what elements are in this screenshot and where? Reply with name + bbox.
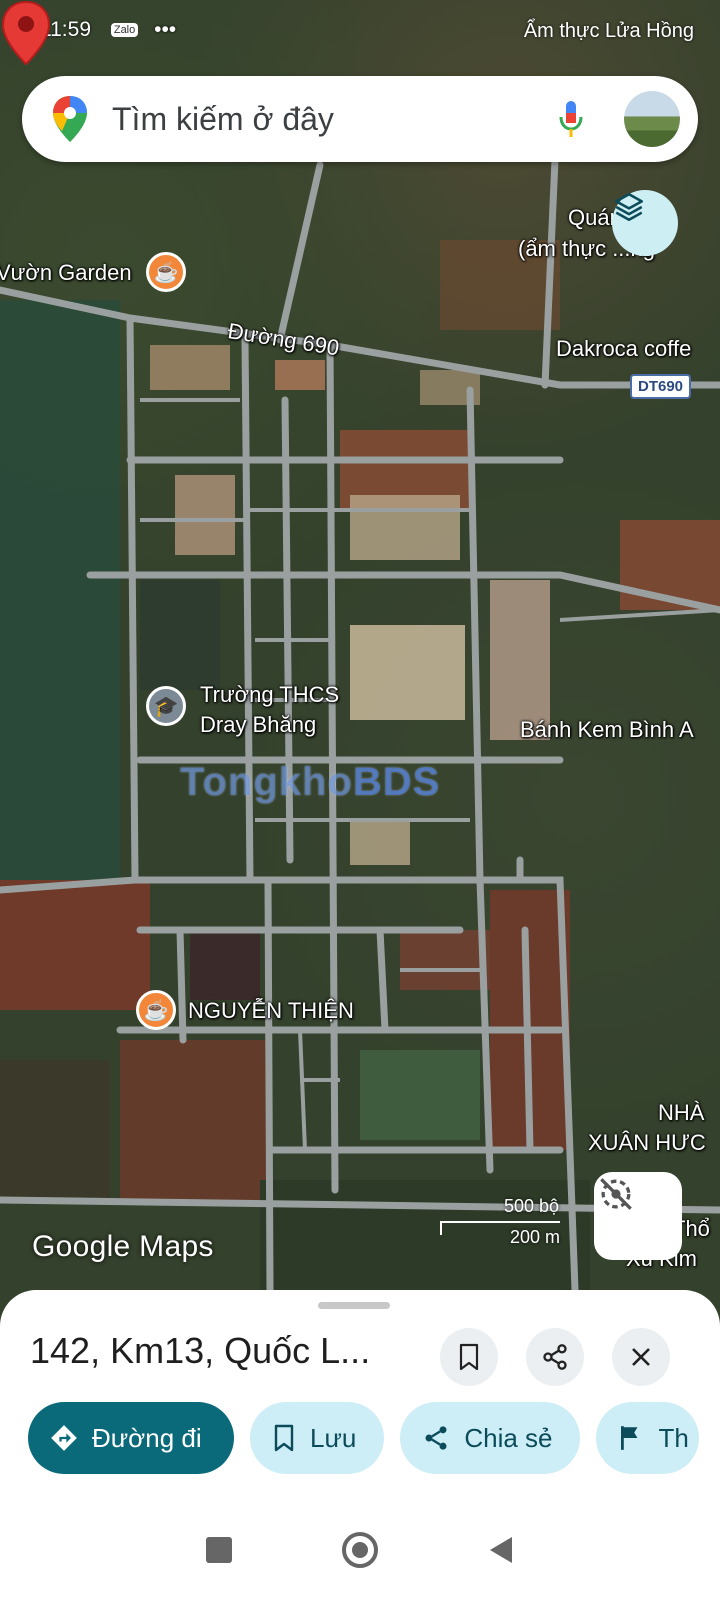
scale-imperial: 500 bộ bbox=[504, 1196, 560, 1216]
status-bar-right: Ẩm thực Lửa Hồng bbox=[524, 20, 694, 43]
share-place-button[interactable] bbox=[526, 1328, 584, 1386]
google-maps-logo: Google Maps bbox=[32, 1230, 214, 1263]
label-dakroca[interactable]: Dakroca coffe bbox=[556, 336, 691, 361]
watermark: TongkhoBDS bbox=[180, 760, 440, 805]
zalo-icon: Zalo bbox=[110, 23, 139, 38]
flag-icon bbox=[621, 1426, 638, 1450]
directions-button[interactable]: Đường đi bbox=[28, 1402, 234, 1474]
google-maps-pin-icon bbox=[53, 96, 87, 142]
save-place-button[interactable] bbox=[440, 1328, 498, 1386]
label-garden[interactable]: Vườn Garden bbox=[0, 260, 132, 285]
route-shield-dt690: DT690 bbox=[630, 374, 692, 399]
home-icon[interactable] bbox=[342, 1532, 378, 1568]
watermark-text-2: BDS bbox=[352, 760, 441, 804]
cafe-icon[interactable]: ☕ bbox=[136, 990, 176, 1030]
my-location-button[interactable] bbox=[594, 1172, 682, 1260]
save-button[interactable]: Lưu bbox=[250, 1402, 385, 1474]
watermark-text-1: Tongkho bbox=[180, 760, 353, 804]
share-label: Chia sẻ bbox=[464, 1422, 553, 1453]
more-icon: ••• bbox=[154, 18, 177, 41]
report-button[interactable]: Th bbox=[596, 1402, 699, 1474]
directions-icon bbox=[51, 1425, 77, 1451]
system-nav-bar bbox=[0, 1500, 720, 1600]
report-label: Th bbox=[658, 1422, 689, 1453]
layers-icon bbox=[614, 192, 644, 222]
label-nha-2[interactable]: XUÂN HƯC bbox=[588, 1130, 706, 1155]
location-pin-icon[interactable] bbox=[0, 0, 52, 66]
layers-button[interactable] bbox=[612, 190, 678, 256]
location-off-icon bbox=[600, 1178, 632, 1210]
place-title: 142, Km13, Quốc L... bbox=[30, 1330, 371, 1371]
label-nguyen-thien[interactable]: NGUYỄN THIỆN bbox=[188, 998, 354, 1023]
label-school-2[interactable]: Dray Bhăng bbox=[200, 712, 316, 737]
satellite-map[interactable]: 11:59 Zalo ••• Ẩm thực Lửa Hồng Vườn Gar… bbox=[0, 0, 720, 1330]
save-label: Lưu bbox=[310, 1422, 357, 1453]
drag-handle[interactable] bbox=[318, 1302, 390, 1309]
scale-metric: 200 m bbox=[510, 1227, 561, 1247]
close-sheet-button[interactable] bbox=[612, 1328, 670, 1386]
search-bar[interactable]: Tìm kiếm ở đây bbox=[22, 76, 698, 162]
microphone-icon[interactable] bbox=[558, 99, 584, 139]
search-input[interactable]: Tìm kiếm ở đây bbox=[112, 101, 558, 138]
status-bar-time: 11:59 Zalo ••• bbox=[40, 18, 176, 42]
label-nha-1[interactable]: NHÀ bbox=[658, 1100, 704, 1125]
label-banh-kem[interactable]: Bánh Kem Bình A bbox=[520, 717, 694, 742]
directions-label: Đường đi bbox=[92, 1422, 202, 1453]
back-icon[interactable] bbox=[488, 1535, 514, 1565]
app-root: 11:59 Zalo ••• Ẩm thực Lửa Hồng Vườn Gar… bbox=[0, 0, 720, 1600]
cafe-icon[interactable]: ☕ bbox=[146, 252, 186, 292]
overlay-place-label: Ẩm thực Lửa Hồng bbox=[523, 20, 694, 42]
share-icon bbox=[543, 1344, 567, 1370]
map-scale: 500 bộ 200 m bbox=[440, 1196, 560, 1248]
share-icon bbox=[425, 1426, 447, 1450]
recents-icon[interactable] bbox=[206, 1537, 232, 1563]
close-icon bbox=[632, 1348, 650, 1366]
avatar[interactable] bbox=[624, 91, 680, 147]
share-button[interactable]: Chia sẻ bbox=[400, 1402, 581, 1474]
action-chips: Đường đi Lưu Chia sẻ Th bbox=[28, 1402, 699, 1474]
school-icon[interactable]: 🎓 bbox=[146, 686, 186, 726]
bookmark-icon bbox=[274, 1424, 294, 1452]
bookmark-icon bbox=[459, 1343, 479, 1371]
label-school-1[interactable]: Trường THCS bbox=[200, 682, 339, 707]
